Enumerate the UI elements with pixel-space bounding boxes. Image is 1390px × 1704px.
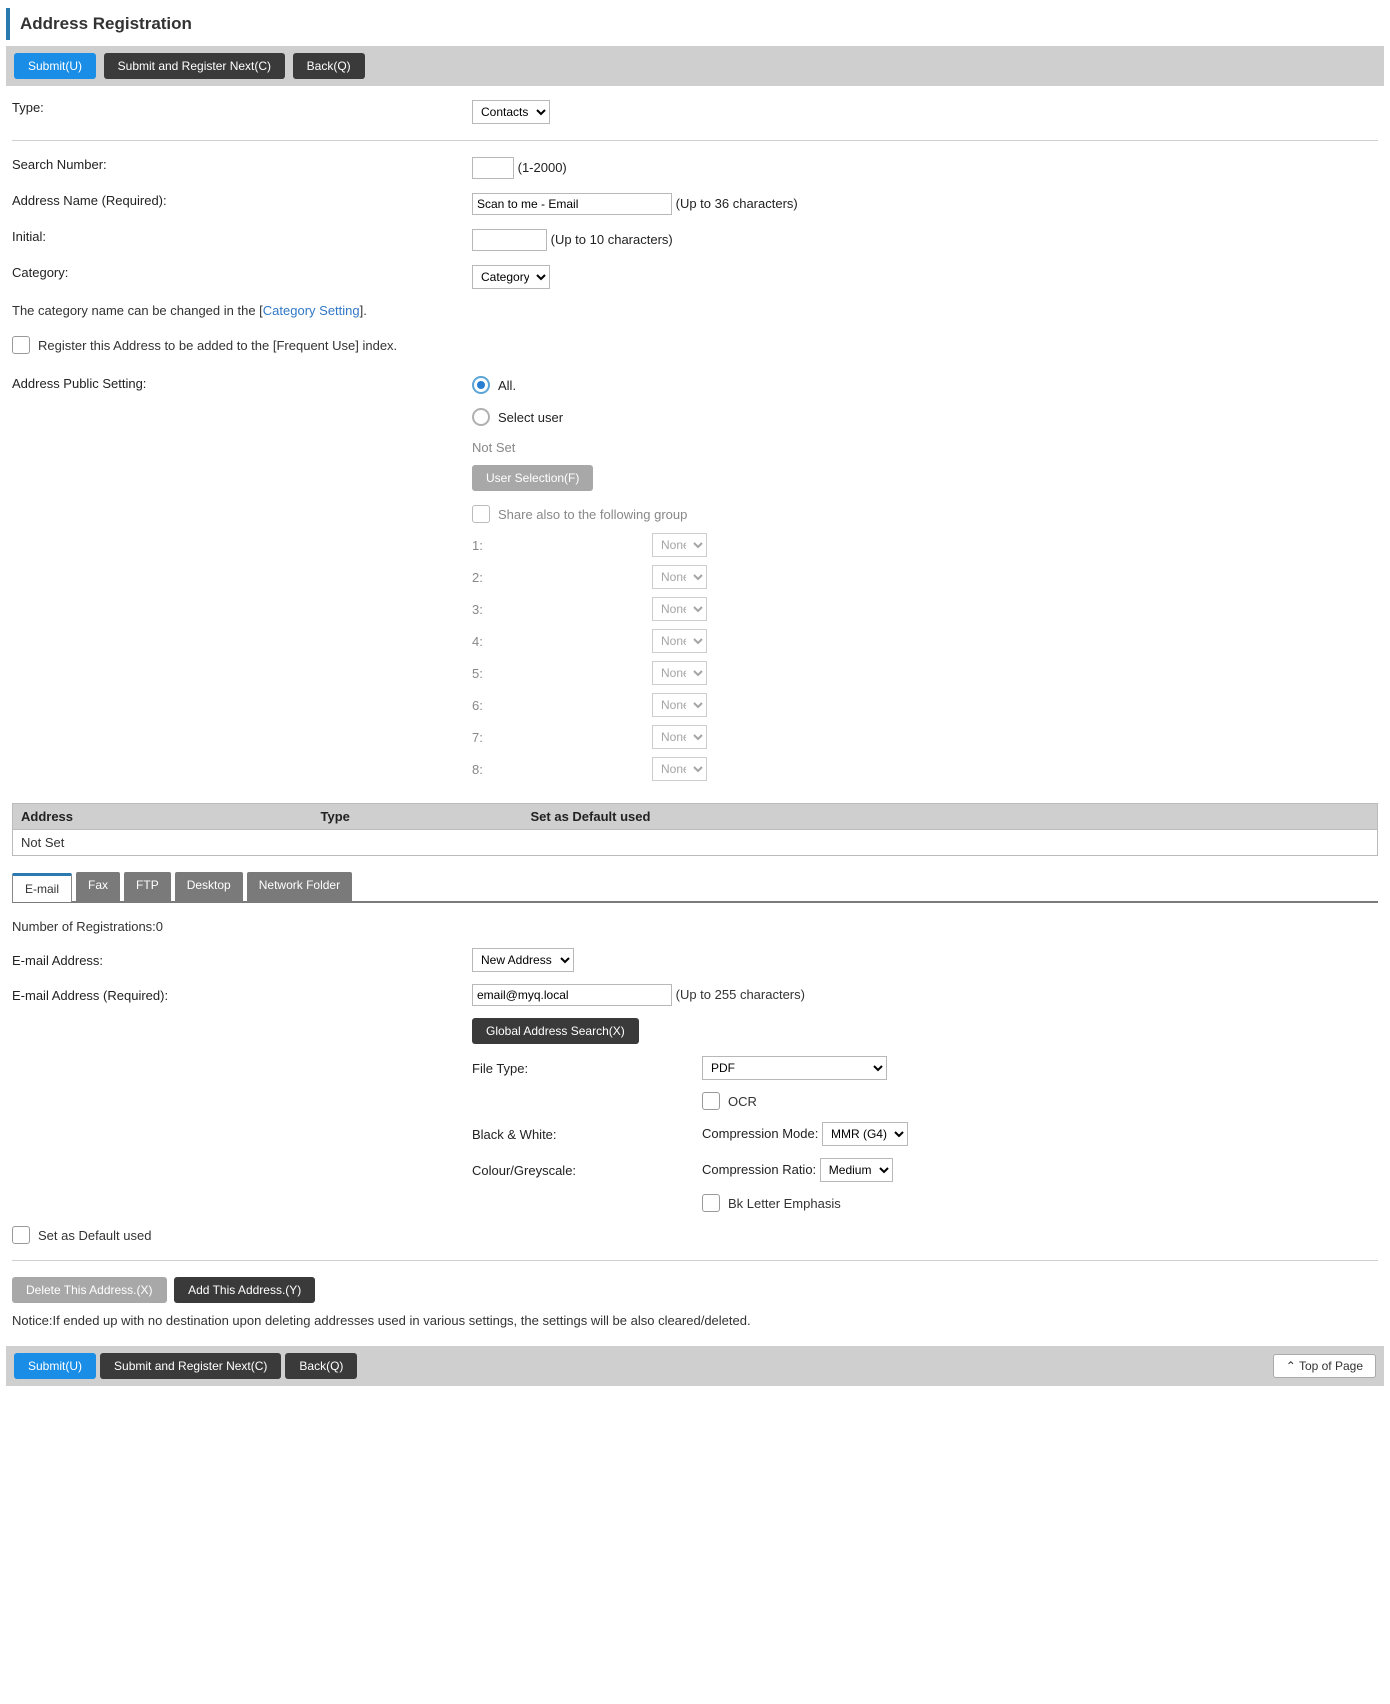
divider	[12, 140, 1378, 141]
share-group-label: Share also to the following group	[498, 507, 687, 522]
tab-desktop[interactable]: Desktop	[175, 872, 243, 901]
comp-mode-label: Compression Mode:	[702, 1126, 818, 1141]
set-default-label: Set as Default used	[38, 1228, 151, 1243]
address-name-input[interactable]	[472, 193, 672, 215]
registration-count: Number of Registrations:0	[12, 919, 1378, 934]
group-7-label: 7:	[472, 730, 652, 745]
cell-address: Not Set	[13, 830, 313, 856]
group-3-label: 3:	[472, 602, 652, 617]
ocr-checkbox[interactable]	[702, 1092, 720, 1110]
bk-letter-checkbox[interactable]	[702, 1194, 720, 1212]
tab-email[interactable]: E-mail	[12, 873, 72, 902]
email-address-req-label: E-mail Address (Required):	[12, 988, 472, 1003]
chevron-up-icon: ⌃	[1286, 1359, 1296, 1373]
type-label: Type:	[12, 100, 472, 115]
top-of-page-label: Top of Page	[1299, 1359, 1363, 1373]
public-select-user-label: Select user	[498, 410, 563, 425]
address-name-label: Address Name (Required):	[12, 193, 472, 208]
cell-type	[313, 830, 523, 856]
tab-ftp[interactable]: FTP	[124, 872, 171, 901]
public-select-user-radio[interactable]	[472, 408, 490, 426]
share-group-checkbox	[472, 505, 490, 523]
email-address-label: E-mail Address:	[12, 953, 472, 968]
tab-network-folder[interactable]: Network Folder	[247, 872, 352, 901]
tab-fax[interactable]: Fax	[76, 872, 120, 901]
submit-next-button[interactable]: Submit and Register Next(C)	[104, 53, 285, 79]
divider-bottom	[12, 1260, 1378, 1261]
file-type-select[interactable]: PDF	[702, 1056, 887, 1080]
submit-next-button-bottom[interactable]: Submit and Register Next(C)	[100, 1353, 281, 1379]
col-default: Set as Default used	[523, 804, 1378, 830]
colour-label: Colour/Greyscale:	[472, 1163, 702, 1178]
category-label: Category:	[12, 265, 472, 280]
add-address-button[interactable]: Add This Address.(Y)	[174, 1277, 315, 1303]
public-all-radio[interactable]	[472, 376, 490, 394]
category-note-a: The category name can be changed in the …	[12, 303, 263, 318]
comp-ratio-label: Compression Ratio:	[702, 1162, 816, 1177]
group-8-label: 8:	[472, 762, 652, 777]
category-setting-link[interactable]: Category Setting	[263, 303, 360, 318]
search-number-label: Search Number:	[12, 157, 472, 172]
group-8-select: None	[652, 757, 707, 781]
search-number-input[interactable]	[472, 157, 514, 179]
public-not-set: Not Set	[472, 440, 1378, 455]
user-selection-button: User Selection(F)	[472, 465, 593, 491]
delete-notice: Notice:If ended up with no destination u…	[12, 1313, 1378, 1328]
group-2-label: 2:	[472, 570, 652, 585]
group-6-label: 6:	[472, 698, 652, 713]
group-7-select: None	[652, 725, 707, 749]
group-2-select: None	[652, 565, 707, 589]
address-table: Address Type Set as Default used Not Set	[12, 803, 1378, 856]
table-row: Not Set	[13, 830, 1378, 856]
global-address-search-button[interactable]: Global Address Search(X)	[472, 1018, 639, 1044]
frequent-use-checkbox[interactable]	[12, 336, 30, 354]
frequent-use-label: Register this Address to be added to the…	[38, 338, 397, 353]
public-setting-label: Address Public Setting:	[12, 376, 472, 391]
col-type: Type	[313, 804, 523, 830]
comp-ratio-select[interactable]: Medium	[820, 1158, 893, 1182]
submit-button[interactable]: Submit(U)	[14, 53, 96, 79]
initial-input[interactable]	[472, 229, 547, 251]
group-4-select: None	[652, 629, 707, 653]
initial-label: Initial:	[12, 229, 472, 244]
back-button[interactable]: Back(Q)	[293, 53, 365, 79]
category-note-b: ].	[360, 303, 367, 318]
group-1-select: None	[652, 533, 707, 557]
set-default-checkbox[interactable]	[12, 1226, 30, 1244]
email-address-hint: (Up to 255 characters)	[676, 987, 805, 1002]
bk-letter-label: Bk Letter Emphasis	[728, 1196, 841, 1211]
type-select[interactable]: Contacts	[472, 100, 550, 124]
email-address-select[interactable]: New Address	[472, 948, 574, 972]
address-tabs: E-mail Fax FTP Desktop Network Folder	[12, 872, 1378, 903]
top-of-page-button[interactable]: ⌃ Top of Page	[1273, 1354, 1376, 1378]
group-4-label: 4:	[472, 634, 652, 649]
top-toolbar: Submit(U) Submit and Register Next(C) Ba…	[6, 46, 1384, 86]
group-5-select: None	[652, 661, 707, 685]
page-title: Address Registration	[6, 8, 1384, 40]
bottom-toolbar: Submit(U) Submit and Register Next(C) Ba…	[6, 1346, 1384, 1386]
search-number-hint: (1-2000)	[518, 160, 567, 175]
ocr-label: OCR	[728, 1094, 757, 1109]
group-6-select: None	[652, 693, 707, 717]
public-all-label: All.	[498, 378, 516, 393]
col-address: Address	[13, 804, 313, 830]
back-button-bottom[interactable]: Back(Q)	[285, 1353, 357, 1379]
group-3-select: None	[652, 597, 707, 621]
cell-default	[523, 830, 1378, 856]
group-1-label: 1:	[472, 538, 652, 553]
initial-hint: (Up to 10 characters)	[551, 232, 673, 247]
file-type-label: File Type:	[472, 1061, 702, 1076]
submit-button-bottom[interactable]: Submit(U)	[14, 1353, 96, 1379]
group-5-label: 5:	[472, 666, 652, 681]
email-address-input[interactable]	[472, 984, 672, 1006]
delete-address-button: Delete This Address.(X)	[12, 1277, 167, 1303]
address-name-hint: (Up to 36 characters)	[676, 196, 798, 211]
bw-label: Black & White:	[472, 1127, 702, 1142]
category-select[interactable]: Category1	[472, 265, 550, 289]
comp-mode-select[interactable]: MMR (G4)	[822, 1122, 908, 1146]
